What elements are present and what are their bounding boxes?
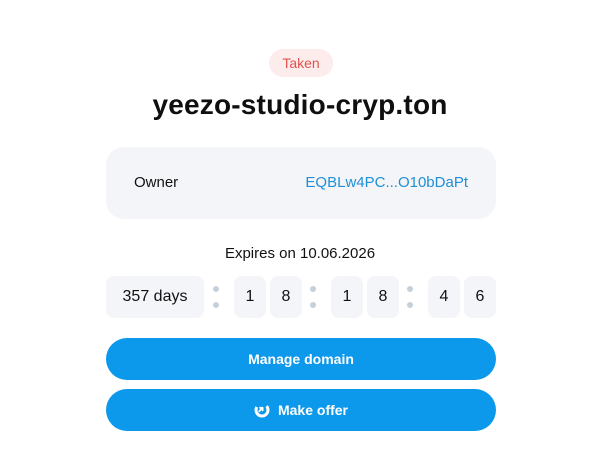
owner-card: Owner EQBLw4PC...O10bDaPt — [106, 147, 496, 219]
manage-domain-button[interactable]: Manage domain — [106, 338, 496, 380]
domain-page: Taken yeezo-studio-cryp.ton Owner EQBLw4… — [0, 0, 600, 475]
make-offer-button[interactable]: Make offer — [106, 389, 496, 431]
countdown-separator — [213, 286, 219, 308]
countdown-seconds-tens: 4 — [428, 276, 460, 318]
countdown-separator — [407, 286, 413, 308]
countdown-separator — [310, 286, 316, 308]
countdown-hours-ones: 8 — [270, 276, 302, 318]
countdown-minutes-ones: 8 — [367, 276, 399, 318]
domain-name-title: yeezo-studio-cryp.ton — [152, 89, 448, 120]
countdown-days: 357 days — [106, 276, 204, 318]
offer-icon — [254, 402, 270, 418]
countdown-hours-tens: 1 — [234, 276, 266, 318]
expiry-date-text: Expires on 10.06.2026 — [224, 245, 376, 262]
owner-label: Owner — [134, 174, 179, 191]
manage-domain-label: Manage domain — [248, 351, 354, 367]
status-badge: Taken — [269, 49, 333, 77]
make-offer-label: Make offer — [277, 402, 349, 418]
owner-address-link[interactable]: EQBLw4PC...O10bDaPt — [305, 147, 468, 219]
countdown-minutes-tens: 1 — [331, 276, 363, 318]
expiry-countdown: 357 days 1 8 1 8 4 6 — [106, 276, 496, 318]
countdown-seconds-ones: 6 — [464, 276, 496, 318]
